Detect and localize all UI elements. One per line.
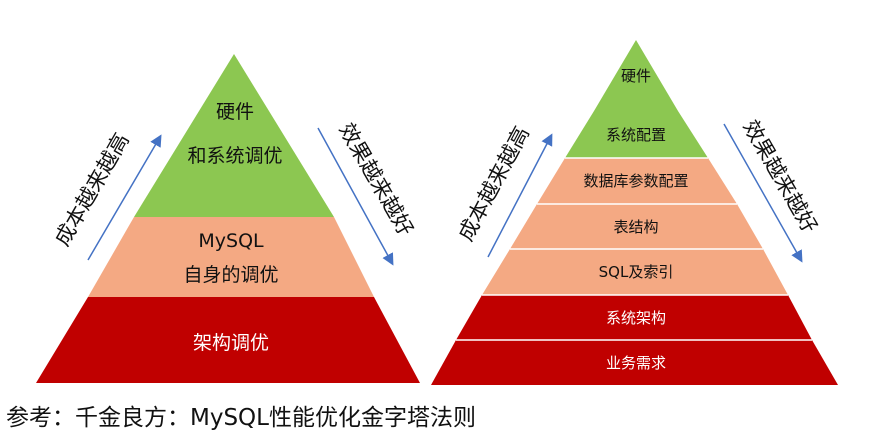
right-layer-7-label: 业务需求 (606, 354, 666, 372)
right-layer-3-label: 数据库参数配置 (583, 172, 688, 190)
left-layer-middle-line1: MySQL (198, 230, 264, 252)
right-pyramid: 硬件 系统配置 数据库参数配置 表结构 SQL及索引 系统架构 业务需求 成本越… (431, 40, 838, 385)
right-layer-4-label: 表结构 (613, 218, 658, 236)
left-layer-bottom-label: 架构调优 (193, 332, 269, 354)
right-cost-label: 成本越来越高 (454, 122, 534, 245)
source-caption: 参考：千金良方：MySQL性能优化金字塔法则 (6, 405, 476, 431)
pyramid-diagram: 硬件 和系统调优 MySQL 自身的调优 架构调优 成本越来越高 效果越来越好 … (36, 40, 838, 385)
right-layer-6-label: 系统架构 (606, 309, 666, 327)
right-layer-1-label: 硬件 (621, 67, 651, 85)
right-layer-5-label: SQL及索引 (599, 263, 674, 281)
right-effect-label: 效果越来越好 (738, 116, 822, 237)
left-cost-label: 成本越来越高 (50, 129, 134, 250)
left-layer-top-line1: 硬件 (216, 101, 254, 123)
left-layer-middle-line2: 自身的调优 (183, 264, 278, 286)
right-layer-2-label: 系统配置 (606, 126, 666, 144)
left-pyramid: 硬件 和系统调优 MySQL 自身的调优 架构调优 成本越来越高 效果越来越好 (36, 54, 420, 383)
left-layer-top-line2: 和系统调优 (187, 145, 282, 167)
left-layer-top (134, 54, 334, 217)
